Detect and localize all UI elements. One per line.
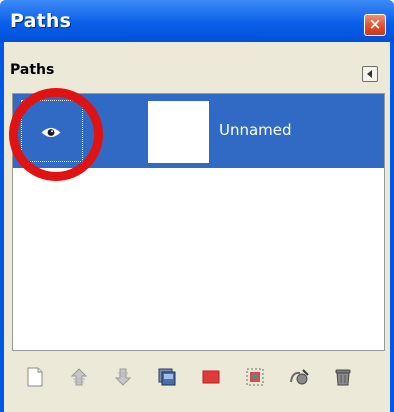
- dock-menu-button[interactable]: [362, 66, 378, 82]
- new-path-button[interactable]: [22, 364, 48, 390]
- duplicate-icon: [158, 368, 176, 386]
- dock-header: Paths: [4, 42, 390, 90]
- title-bar[interactable]: Paths ×: [0, 0, 394, 42]
- delete-path-button[interactable]: [330, 364, 356, 390]
- annotation-highlight-circle: [9, 88, 103, 181]
- dock-tab-label[interactable]: Paths: [10, 62, 54, 78]
- stroke-path-icon: [290, 369, 309, 385]
- path-to-selection-button[interactable]: [198, 364, 224, 390]
- paths-dialog-window: Paths × Paths Unnamed: [0, 0, 394, 412]
- path-to-selection-icon: [202, 370, 220, 384]
- raise-icon: [70, 368, 88, 386]
- selection-to-path-button[interactable]: [242, 364, 268, 390]
- path-thumbnail: [148, 101, 209, 163]
- lower-path-button[interactable]: [110, 364, 136, 390]
- lower-icon: [114, 368, 132, 386]
- path-name-label[interactable]: Unnamed: [219, 121, 292, 139]
- new-document-icon: [27, 367, 43, 387]
- paths-toolbar: [12, 354, 385, 402]
- trash-icon: [335, 369, 351, 386]
- raise-path-button[interactable]: [66, 364, 92, 390]
- window-title: Paths: [10, 10, 72, 32]
- stroke-path-button[interactable]: [286, 364, 312, 390]
- duplicate-path-button[interactable]: [154, 364, 180, 390]
- selection-to-path-icon: [246, 368, 264, 386]
- close-button[interactable]: ×: [364, 14, 386, 36]
